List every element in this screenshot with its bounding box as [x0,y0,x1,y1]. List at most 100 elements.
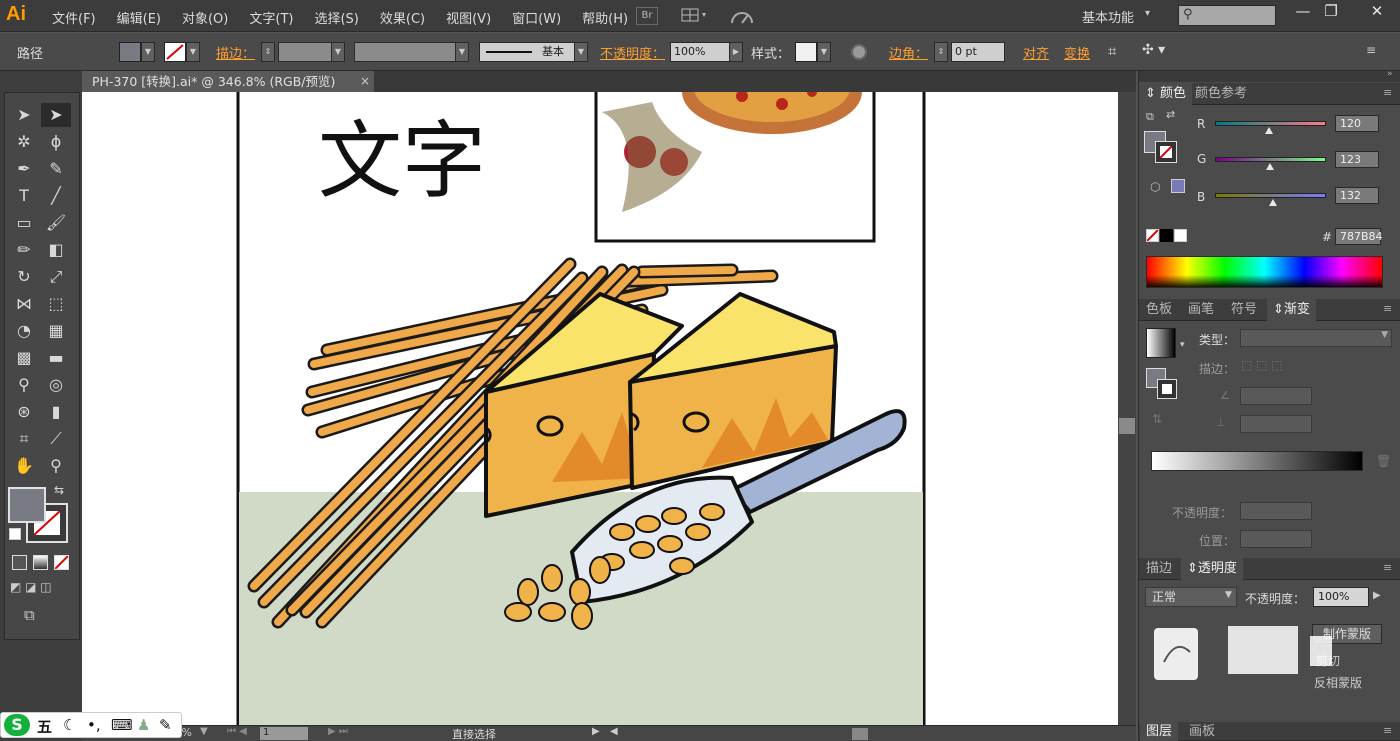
pencil-tool-icon[interactable]: ✏ [9,238,39,262]
slice-tool-icon[interactable]: ⟋ [41,427,71,451]
perspective-grid-tool-icon[interactable]: ▦ [41,319,71,343]
ime-logo-icon[interactable]: S [4,714,30,736]
opacity-label[interactable]: 不透明度： [600,43,665,62]
width-tool-icon[interactable]: ⋈ [9,292,39,316]
stroke-color-swatch[interactable] [164,42,186,62]
gradient-slider-bar[interactable] [1151,451,1363,471]
status-menu-icon[interactable]: ▶ [592,726,600,737]
chevron-down-icon[interactable]: ▼ [817,42,831,62]
lasso-tool-icon[interactable]: ϕ [41,130,71,154]
blend-tool-icon[interactable]: ◎ [41,373,71,397]
none-color-swatch[interactable] [1146,229,1159,242]
column-graph-tool-icon[interactable]: ▮ [41,400,71,424]
gradient-preview-swatch[interactable] [1146,328,1176,358]
panel-menu-icon[interactable]: ≡ [1366,43,1376,57]
none-mode-icon[interactable] [54,555,69,570]
free-transform-tool-icon[interactable]: ⬚ [41,292,71,316]
curvature-tool-icon[interactable]: ✎ [41,157,71,181]
shape-builder-tool-icon[interactable]: ◔ [9,319,39,343]
stroke-weight-stepper[interactable]: ⇕ [261,42,275,62]
punctuation-icon[interactable]: •, [87,716,101,734]
default-colors-icon[interactable] [9,528,21,540]
shape-builder-options-icon[interactable]: ✣ ▾ [1142,42,1176,62]
bridge-button[interactable]: Br [636,7,658,25]
ime-mode-label[interactable]: 五 [37,716,52,737]
isolate-object-icon[interactable]: ⌗ [1108,42,1128,62]
chevron-down-icon[interactable]: ▼ [186,42,200,62]
recolor-artwork-icon[interactable] [851,44,867,60]
type-tool-icon[interactable]: T [9,184,39,208]
graphic-style-swatch[interactable] [795,42,817,62]
gradient-tool-icon[interactable]: ▬ [41,346,71,370]
corner-radius-field[interactable]: 0 pt [951,42,1005,62]
opacity-field[interactable]: 100% [670,42,730,62]
stroke-label[interactable]: 描边： [216,43,255,62]
menu-effect[interactable]: 效果(C) [380,8,425,27]
tab-stroke[interactable]: 描边 [1140,558,1178,580]
magic-wand-tool-icon[interactable]: ✲ [9,130,39,154]
keyboard-icon[interactable]: ⌨ [111,716,133,734]
fill-color-swatch[interactable] [119,42,141,62]
eyedropper-tool-icon[interactable]: ⚲ [9,373,39,397]
hand-tool-icon[interactable]: ✋ [9,454,39,478]
b-value-field[interactable]: 132 [1335,187,1379,204]
chevron-right-icon[interactable]: ▶ [729,42,743,62]
swap-fill-stroke-icon[interactable]: ⇆ [49,481,69,499]
tab-swatches[interactable]: 色板 [1140,299,1178,321]
horizontal-scroll-thumb[interactable] [852,728,868,740]
scale-tool-icon[interactable]: ⤢ [41,265,71,289]
close-window-button[interactable]: ✕ [1356,0,1398,24]
white-swatch[interactable] [1174,229,1187,242]
color-panel-stroke-swatch[interactable] [1155,141,1177,163]
artboard-number-field[interactable]: 1 [260,727,308,740]
artboard-nav-icons[interactable]: ⏮ ◀ [227,726,247,737]
corner-stepper[interactable]: ⇕ [934,42,948,62]
close-tab-icon[interactable]: × [360,71,370,92]
default-fill-stroke-icon[interactable]: ⧉ [1146,110,1158,123]
hex-value-field[interactable]: 787B84 [1335,228,1383,245]
r-value-field[interactable]: 120 [1335,115,1379,132]
panel-menu-icon[interactable]: ≡ [1383,724,1392,737]
color-spectrum[interactable] [1146,256,1383,288]
tab-symbols[interactable]: 符号 [1225,299,1263,321]
chevron-down-icon[interactable]: ▾ [1145,8,1150,19]
trash-icon[interactable]: 🗑 [1376,454,1391,468]
chevron-down-icon[interactable]: ▼ [574,42,588,62]
artboard-tool-icon[interactable]: ⌗ [9,427,39,451]
zoom-tool-icon[interactable]: ⚲ [41,454,71,478]
panel-menu-icon[interactable]: ≡ [1383,86,1392,99]
artboard-canvas[interactable]: 文字 [82,92,1118,725]
mesh-tool-icon[interactable]: ▩ [9,346,39,370]
menu-file[interactable]: 文件(F) [52,8,96,27]
artboard-nav-next-icons[interactable]: ▶ ⏭ [328,726,348,737]
tab-gradient[interactable]: ⇕渐变 [1267,299,1316,321]
user-icon[interactable]: ♟ [137,716,150,734]
transparency-opacity-field[interactable]: 100% [1313,587,1369,607]
symbol-sprayer-tool-icon[interactable]: ⊛ [9,400,39,424]
g-slider-knob[interactable] [1266,163,1274,170]
menu-view[interactable]: 视图(V) [446,8,491,27]
workspace-switcher[interactable]: 基本功能 [1082,7,1134,26]
black-swatch[interactable] [1160,229,1173,242]
panel-menu-icon[interactable]: ≡ [1383,561,1392,574]
swap-colors-icon[interactable]: ⇄ [1166,108,1175,121]
r-slider[interactable] [1215,121,1326,126]
screen-mode-icon[interactable]: ⧉ [24,606,52,626]
align-link[interactable]: 对齐 [1023,43,1049,62]
color-mode-icon[interactable] [12,555,27,570]
transform-link[interactable]: 变换 [1064,43,1090,62]
arrange-documents-icon[interactable] [680,7,710,25]
restore-button[interactable]: ❐ [1314,0,1348,24]
menu-edit[interactable]: 编辑(E) [117,8,161,27]
document-tab[interactable]: PH-370 [转换].ai* @ 346.8% (RGB/预览) × [82,71,374,92]
paintbrush-tool-icon[interactable]: 🖌 [41,211,71,235]
scroll-left-icon[interactable]: ◀ [610,726,618,737]
gpu-performance-icon[interactable] [728,7,756,25]
rectangle-tool-icon[interactable]: ▭ [9,211,39,235]
moon-icon[interactable]: ☾ [63,716,76,734]
vertical-scrollbar[interactable] [1118,92,1136,725]
line-tool-icon[interactable]: ╱ [41,184,71,208]
scrollbar-thumb[interactable] [1119,418,1135,434]
chevron-down-icon[interactable]: ▾ [1180,340,1185,350]
gradient-mode-icon[interactable] [33,555,48,570]
